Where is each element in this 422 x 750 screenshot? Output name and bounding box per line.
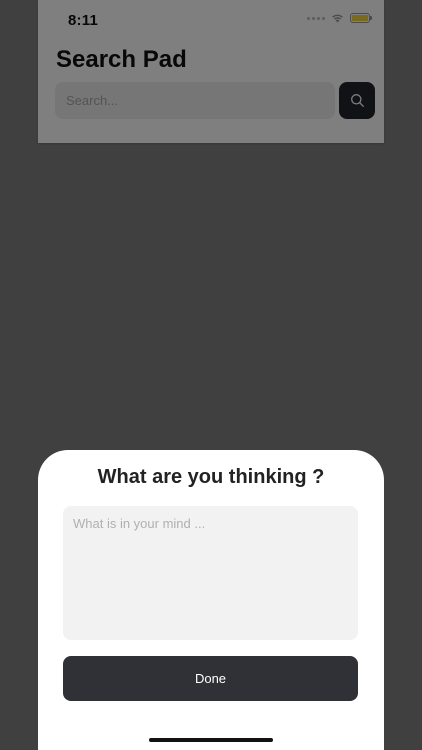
- home-indicator: [149, 738, 273, 742]
- sheet-title: What are you thinking ?: [97, 466, 325, 488]
- done-button[interactable]: Done: [63, 656, 358, 701]
- bottom-sheet: What are you thinking ? Done: [38, 450, 384, 750]
- thought-input[interactable]: [63, 506, 358, 640]
- screen: 8:11 Search Pad What are you think: [0, 0, 422, 750]
